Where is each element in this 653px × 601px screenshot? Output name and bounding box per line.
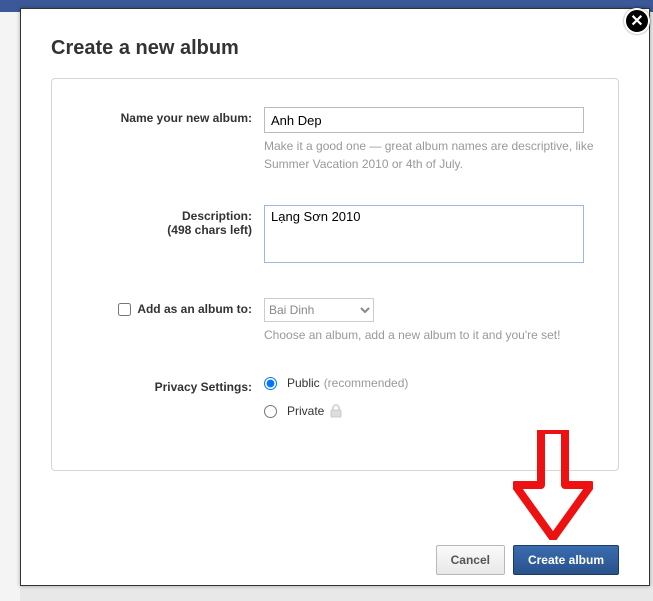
parent-album-select[interactable]: Bai Dinh (264, 298, 374, 322)
modal-footer: Cancel Create album (436, 545, 619, 575)
name-label: Name your new album: (74, 107, 264, 125)
add-to-album-label: Add as an album to: (137, 302, 252, 316)
parent-album-row: Add as an album to: Bai Dinh Choose an a… (74, 298, 596, 344)
privacy-private-radio[interactable] (264, 405, 277, 418)
form-panel: Name your new album: Make it a good one … (51, 78, 619, 471)
privacy-row: Privacy Settings: Public (recommended) P… (74, 376, 596, 432)
privacy-public-label: Public (287, 376, 320, 390)
lock-icon (330, 404, 342, 418)
name-row: Name your new album: Make it a good one … (74, 107, 596, 173)
description-textarea[interactable] (264, 205, 584, 263)
description-chars-left: (498 chars left) (74, 223, 252, 237)
create-album-button[interactable]: Create album (513, 545, 619, 575)
description-label: Description: (182, 209, 252, 223)
name-hint: Make it a good one — great album names a… (264, 137, 596, 173)
privacy-private-label: Private (287, 404, 324, 418)
privacy-public-recommended: (recommended) (324, 376, 409, 390)
add-to-album-checkbox[interactable] (118, 303, 131, 316)
modal-title: Create a new album (21, 9, 649, 78)
cancel-button[interactable]: Cancel (436, 545, 505, 575)
close-button[interactable]: ✕ (624, 8, 650, 34)
privacy-label: Privacy Settings: (74, 376, 264, 394)
create-album-modal: ✕ Create a new album Name your new album… (20, 8, 650, 586)
privacy-public-radio[interactable] (264, 377, 277, 390)
background-leftpane (0, 12, 20, 601)
close-icon: ✕ (630, 11, 643, 31)
parent-album-hint: Choose an album, add a new album to it a… (264, 326, 596, 344)
album-name-input[interactable] (264, 107, 584, 133)
description-row: Description: (498 chars left) (74, 205, 596, 266)
